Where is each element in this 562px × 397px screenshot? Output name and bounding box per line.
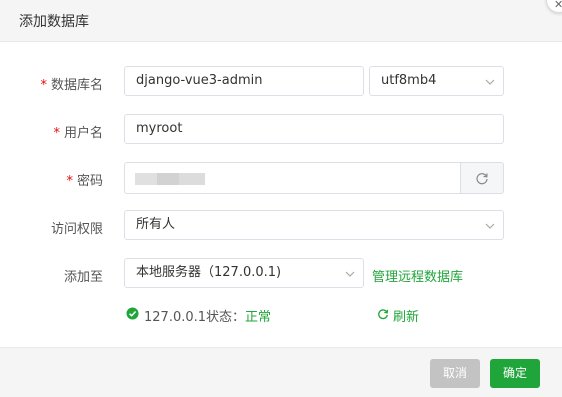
regenerate-password-button[interactable] [460, 162, 504, 194]
manage-remote-db-link[interactable]: 管理远程数据库 [372, 266, 463, 285]
username-label: * 用户名 [53, 126, 103, 141]
password-input[interactable] [124, 162, 461, 194]
password-label: * 密码 [66, 174, 103, 189]
cancel-button[interactable]: 取消 [430, 359, 480, 388]
close-icon: ✕ [554, 0, 562, 11]
server-value: 本地服务器（127.0.0.1) [136, 265, 282, 280]
add-database-dialog: 添加数据库 ✕ * 数据库名 django-vue3-admin utf8mb4 … [0, 0, 562, 397]
chevron-down-icon [485, 79, 495, 85]
dialog-footer: 取消 确定 [0, 347, 562, 397]
check-circle-icon [126, 307, 139, 320]
db-name-input[interactable]: django-vue3-admin [124, 66, 364, 96]
status-prefix: 127.0.0.1状态： [144, 310, 246, 325]
dialog-title: 添加数据库 [19, 14, 89, 30]
access-select[interactable]: 所有人 [124, 210, 504, 240]
username-input[interactable]: myroot [124, 114, 504, 144]
access-value: 所有人 [136, 217, 176, 232]
server-select[interactable]: 本地服务器（127.0.0.1) [124, 258, 364, 288]
dialog-header: 添加数据库 [0, 0, 562, 42]
chevron-down-icon [345, 271, 355, 277]
refresh-icon [378, 309, 389, 320]
db-name-label: * 数据库名 [40, 78, 103, 93]
access-label: 访问权限 [50, 222, 103, 237]
refresh-icon [476, 173, 488, 185]
password-masked-value [135, 173, 205, 185]
status-value: 正常 [245, 310, 272, 325]
required-mark: * [66, 174, 73, 189]
required-mark: * [53, 126, 60, 141]
charset-select[interactable]: utf8mb4 [369, 66, 504, 96]
chevron-down-icon [485, 223, 495, 229]
confirm-button[interactable]: 确定 [490, 359, 540, 388]
required-mark: * [40, 78, 47, 93]
refresh-label: 刷新 [393, 310, 420, 325]
charset-value: utf8mb4 [381, 73, 437, 88]
add-to-label: 添加至 [63, 270, 103, 285]
